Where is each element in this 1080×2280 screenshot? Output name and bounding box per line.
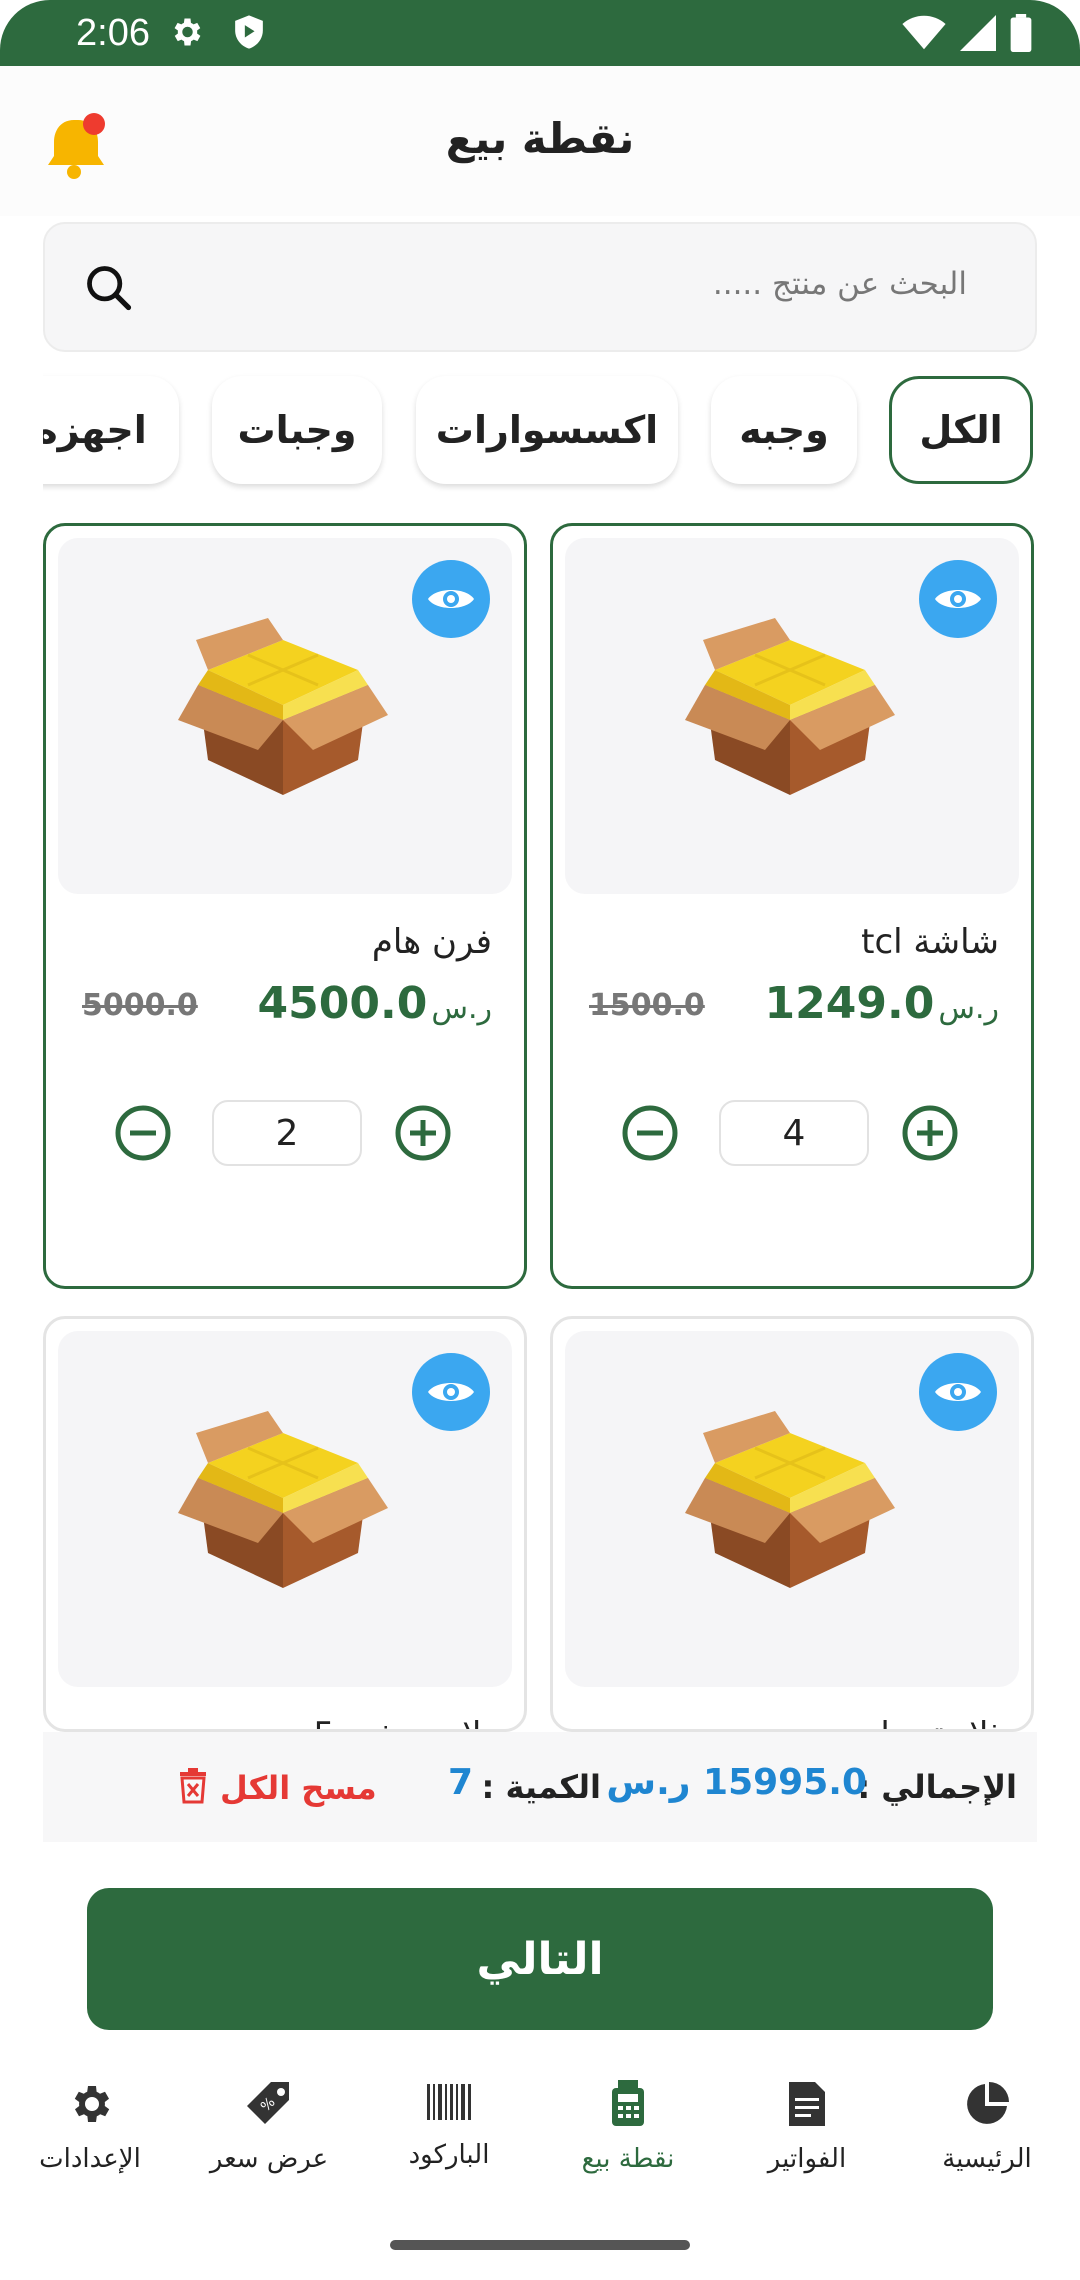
nav-item-settings[interactable]: الإعدادات xyxy=(0,2080,180,2174)
quantity-value: 7 xyxy=(447,1762,473,1803)
nav-label: الباركود xyxy=(408,2140,490,2170)
nav-item-barcode[interactable]: الباركود xyxy=(359,2080,539,2170)
invoice-icon xyxy=(787,2080,827,2132)
minus-circle-icon[interactable] xyxy=(114,1104,172,1166)
view-eye-icon[interactable] xyxy=(919,1353,997,1431)
signal-icon xyxy=(960,15,996,55)
view-eye-icon[interactable] xyxy=(412,1353,490,1431)
quantity-label: الكمية : xyxy=(481,1768,601,1806)
product-name: ثلاجة سامسونج xyxy=(783,1715,999,1729)
nav-item-quote[interactable]: % عرض سعر xyxy=(179,2080,359,2174)
plus-circle-icon[interactable] xyxy=(901,1104,959,1166)
product-card[interactable]: ثلاجة سامسونج xyxy=(550,1316,1034,1732)
product-price: ر.س 1249.0 xyxy=(765,978,999,1029)
trash-icon xyxy=(178,1768,208,1808)
shield-status-icon xyxy=(232,14,266,54)
search-placeholder: البحث عن منتج ..... xyxy=(712,266,967,302)
category-tab-all[interactable]: الكل xyxy=(889,376,1033,484)
product-name: شاشة tcl xyxy=(861,922,999,962)
page-title: نقطة بيع xyxy=(445,114,635,163)
product-card[interactable]: شاشة tcl ر.س 1249.0 1500.0 4 xyxy=(550,523,1034,1289)
nav-label: الرئيسية xyxy=(942,2144,1032,2174)
package-icon xyxy=(178,1403,388,1597)
total-value: 15995.0 ر.س xyxy=(606,1762,867,1803)
product-image xyxy=(58,538,512,894)
package-icon xyxy=(685,1403,895,1597)
status-time: 2:06 xyxy=(76,12,150,54)
pos-terminal-icon xyxy=(608,2080,648,2132)
product-price: ر.س 4500.0 xyxy=(258,978,492,1029)
product-name: فرن هام xyxy=(371,922,492,962)
nav-item-invoices[interactable]: الفواتير xyxy=(717,2080,897,2174)
total-label: الإجمالي : xyxy=(857,1768,1017,1806)
price-currency: ر.س xyxy=(938,991,999,1026)
nav-label: الإعدادات xyxy=(39,2144,141,2174)
nav-label: نقطة بيع xyxy=(581,2144,675,2174)
price-value: 4500.0 xyxy=(257,978,428,1029)
nav-label: الفواتير xyxy=(767,2144,847,2174)
minus-circle-icon[interactable] xyxy=(621,1104,679,1166)
price-tag-icon: % xyxy=(245,2080,293,2132)
plus-circle-icon[interactable] xyxy=(394,1104,452,1166)
category-tabs: الكل وجبه اكسسوارات وجبات اجهزه xyxy=(43,372,1037,492)
pie-chart-icon xyxy=(963,2080,1011,2132)
status-right-icons xyxy=(902,14,1032,56)
wifi-icon xyxy=(902,15,946,55)
price-currency: ر.س xyxy=(431,991,492,1026)
quantity-field[interactable]: 4 xyxy=(719,1100,869,1166)
quantity-stepper: 4 xyxy=(553,1100,1031,1170)
gear-icon xyxy=(66,2080,114,2132)
quantity-field[interactable]: 2 xyxy=(212,1100,362,1166)
product-name: بلايستيشن 5 xyxy=(313,1715,492,1729)
settings-status-icon xyxy=(168,14,204,54)
view-eye-icon[interactable] xyxy=(919,560,997,638)
cart-summary: الإجمالي : 15995.0 ر.س الكمية : 7 مسح ال… xyxy=(43,1732,1037,1842)
product-image xyxy=(58,1331,512,1687)
price-value: 1249.0 xyxy=(764,978,935,1029)
category-tab-devices[interactable]: اجهزه xyxy=(43,376,179,484)
old-price: 5000.0 xyxy=(82,988,198,1023)
old-price: 1500.0 xyxy=(589,988,705,1023)
search-input[interactable]: البحث عن منتج ..... xyxy=(43,222,1037,352)
nav-item-home[interactable]: الرئيسية xyxy=(897,2080,1077,2174)
clear-all-label: مسح الكل xyxy=(220,1769,377,1807)
battery-icon xyxy=(1010,14,1032,56)
category-tab-meal[interactable]: وجبه xyxy=(711,376,857,484)
barcode-icon xyxy=(425,2080,473,2128)
product-image xyxy=(565,538,1019,894)
bottom-navigation: الرئيسية الفواتير نقطة بيع الباركود % عر… xyxy=(0,2070,1080,2220)
app-bar: نقطة بيع xyxy=(0,66,1080,216)
status-bar: 2:06 xyxy=(0,0,1080,66)
next-button[interactable]: التالي xyxy=(87,1888,993,2030)
quantity-stepper: 2 xyxy=(46,1100,524,1170)
search-icon[interactable] xyxy=(83,262,135,318)
package-icon xyxy=(178,610,388,804)
nav-item-pos[interactable]: نقطة بيع xyxy=(538,2080,718,2174)
nav-label: عرض سعر xyxy=(209,2144,329,2174)
category-tab-accessories[interactable]: اكسسوارات xyxy=(416,376,678,484)
clear-all-button[interactable]: مسح الكل xyxy=(178,1768,377,1808)
product-image xyxy=(565,1331,1019,1687)
home-indicator[interactable] xyxy=(390,2240,690,2250)
package-icon xyxy=(685,610,895,804)
notification-bell-icon[interactable] xyxy=(38,108,118,188)
product-card[interactable]: فرن هام ر.س 4500.0 5000.0 2 xyxy=(43,523,527,1289)
category-tab-meals[interactable]: وجبات xyxy=(212,376,382,484)
product-card[interactable]: بلايستيشن 5 xyxy=(43,1316,527,1732)
view-eye-icon[interactable] xyxy=(412,560,490,638)
